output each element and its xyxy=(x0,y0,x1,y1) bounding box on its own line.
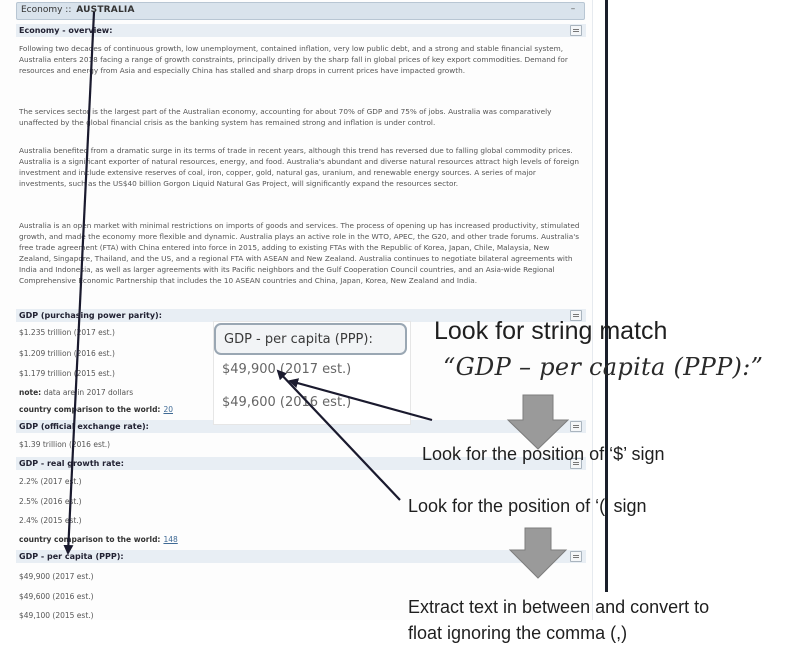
dollar-sign-arrow xyxy=(288,378,433,422)
flow-down-arrow-icon xyxy=(508,527,568,579)
step2-text: Look for the position of ‘$’ sign xyxy=(422,444,665,464)
step4-line1: Extract text in between and convert to xyxy=(408,597,710,617)
step1-match-string: “GDP – per capita (PPP):” xyxy=(443,353,764,381)
step3-text: Look for the position of ‘(’ sign xyxy=(408,496,647,516)
annotation-arrows xyxy=(63,11,570,579)
country-to-section-arrow xyxy=(63,11,96,555)
step1-title: Look for string match xyxy=(434,317,668,345)
flow-down-arrow-icon xyxy=(506,394,570,450)
paren-sign-arrow xyxy=(276,369,401,501)
step4-text: Extract text in between and convert to f… xyxy=(408,594,709,646)
step4-line2: float ignoring the comma (,) xyxy=(408,623,628,643)
